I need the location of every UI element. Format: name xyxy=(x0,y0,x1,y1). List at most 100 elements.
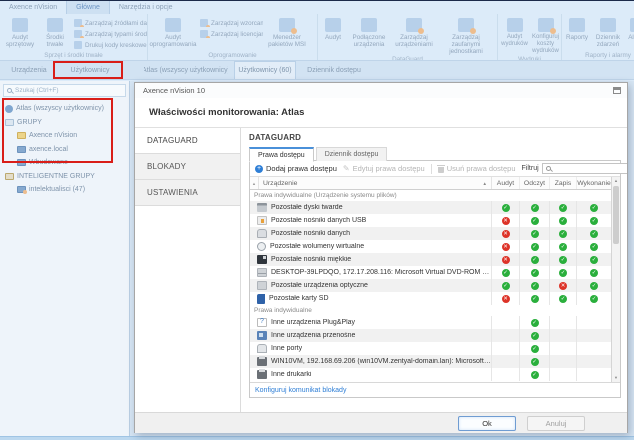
table-row[interactable]: Inne urządzenia przenośne ✓ xyxy=(250,329,611,342)
doc-tab-dziennik-dostepu[interactable]: Dziennik dostępu xyxy=(302,61,366,79)
cancel-button[interactable]: Anuluj xyxy=(527,416,585,431)
table-row[interactable]: Inne porty✓ xyxy=(250,342,611,355)
manage-licenses-button[interactable]: Zarządzaj licencjami xyxy=(200,30,263,38)
deny-icon: ✕ xyxy=(502,295,510,303)
ribbon-group-label: DataGuard xyxy=(318,55,497,60)
search-input[interactable]: Szukaj (Ctrl+F) xyxy=(3,84,126,97)
allow-icon: ✓ xyxy=(559,295,567,303)
status-cell-audyt xyxy=(492,316,520,329)
manage-patterns-button[interactable]: Zarządzaj wzorcami xyxy=(200,19,263,27)
menu-item-dataguard[interactable]: DATAGUARD xyxy=(135,128,240,154)
manage-data-sources-button[interactable]: Zarządzaj źródłami danych xyxy=(74,19,147,27)
table-row[interactable]: Pozostałe nośniki danych✕✓✓✓ xyxy=(250,227,611,240)
ok-button[interactable]: Ok xyxy=(458,416,516,431)
msi-package-manager-button[interactable]: Menedżer pakietów MSI xyxy=(263,16,311,48)
scroll-down-icon[interactable]: ▼ xyxy=(612,374,620,382)
column-header-zapis[interactable]: Zapis xyxy=(550,177,577,189)
tab-dziennik-dostepu[interactable]: Dziennik dostępu xyxy=(316,147,388,161)
doc-tab-uzytkownicy-60[interactable]: Użytkownicy (60) xyxy=(234,61,296,79)
table-row[interactable]: Pozostałe urządzenia optyczne✓✓✕✓ xyxy=(250,279,611,292)
ribbon-tab-glowne[interactable]: Główne xyxy=(66,1,110,14)
status-cell-audyt xyxy=(492,329,520,342)
maximize-icon[interactable] xyxy=(613,87,621,94)
device-cell: Inne urządzenia przenośne xyxy=(250,329,492,342)
tree-item-atlas[interactable]: Atlas (wszyscy użytkownicy) xyxy=(0,102,129,116)
tree-item-axence-local[interactable]: axence.local xyxy=(0,143,129,157)
portable-device-icon xyxy=(257,331,267,340)
device-name: Pozostałe urządzenia optyczne xyxy=(271,282,368,289)
manage-devices-button[interactable]: Zarządzaj urządzeniami xyxy=(391,16,437,48)
button-label: Zarządzaj typami środków xyxy=(85,31,147,38)
application-window: Axence nVision Główne Narzędzia i opcje … xyxy=(0,0,634,440)
column-header-audyt[interactable]: Audyt xyxy=(492,177,520,189)
table-row[interactable]: Pozostałe nośniki danych USB✕✓✓✓ xyxy=(250,214,611,227)
tab-urzadzenia[interactable]: Urządzenia xyxy=(6,61,52,79)
table-row[interactable]: Pozostałe dyski twarde✓✓✓✓ xyxy=(250,201,611,214)
dataguard-audit-button[interactable]: Audyt xyxy=(319,16,347,41)
add-rights-button[interactable]: + Dodaj prawa dostępu xyxy=(255,164,337,173)
group-icon xyxy=(17,146,26,153)
clipboard-icon xyxy=(569,18,585,32)
manage-asset-types-button[interactable]: Zarządzaj typami środków xyxy=(74,30,147,38)
column-header-odczyt[interactable]: Odczyt xyxy=(520,177,550,189)
status-cell-odczyt: ✓ xyxy=(520,240,550,253)
deny-icon: ✕ xyxy=(502,256,510,264)
menu-item-blokady[interactable]: BLOKADY xyxy=(135,154,240,180)
allow-icon: ✓ xyxy=(590,295,598,303)
scrollbar-thumb[interactable] xyxy=(613,186,619,244)
table-row[interactable]: Pozostałe nośniki miękkie✕✓✓✓ xyxy=(250,253,611,266)
configure-print-costs-button[interactable]: Konfiguruj koszty wydruków xyxy=(530,16,561,55)
ribbon-tab-narzedzia-i-opcje[interactable]: Narzędzia i opcje xyxy=(110,1,182,14)
configure-block-message-link[interactable]: Konfiguruj komunikat blokady xyxy=(255,387,346,394)
device-name: Pozostałe karty SD xyxy=(269,295,329,302)
dialog-titlebar[interactable]: Axence nVision 10 xyxy=(135,83,627,98)
status-cell-wykonanie: ✓ xyxy=(577,279,611,292)
device-cell: Inne drukarki xyxy=(250,368,492,381)
print-barcodes-button[interactable]: Drukuj kody kreskowe xyxy=(74,41,147,49)
software-audit-button[interactable]: Audyt oprogramowania xyxy=(149,16,197,48)
column-header-wykonanie[interactable]: Wykonanie xyxy=(577,177,611,189)
tree-item-axence-nvision[interactable]: Axence nVision xyxy=(0,129,129,143)
status-cell-zapis: ✓ xyxy=(550,253,577,266)
remove-rights-button[interactable]: Usuń prawa dostępu xyxy=(438,164,516,173)
tree-item-wbudowane[interactable]: Wbudowane xyxy=(0,156,129,170)
manage-trusted-units-button[interactable]: Zarządzaj zaufanymi jednostkami xyxy=(437,16,495,55)
table-row[interactable]: Pozostałe wolumeny wirtualne✕✓✓✓ xyxy=(250,240,611,253)
status-cell-audyt: ✕ xyxy=(492,240,520,253)
menu-item-ustawienia[interactable]: USTAWIENIA xyxy=(135,180,240,206)
doc-tab-atlas[interactable]: Atlas (wszyscy użytkownicy) xyxy=(144,61,228,79)
tree-item-grupy[interactable]: GRUPY xyxy=(0,116,129,130)
tree-item-inteligentne-grupy[interactable]: INTELIGENTNE GRUPY xyxy=(0,170,129,184)
edit-rights-button[interactable]: ✎ Edytuj prawa dostępu xyxy=(343,164,425,173)
device-cell: Pozostałe wolumeny wirtualne xyxy=(250,240,492,253)
fixed-assets-button[interactable]: Środki trwałe xyxy=(39,16,71,48)
event-log-button[interactable]: Dziennik zdarzeń xyxy=(591,16,625,48)
table-row[interactable]: Pozostałe karty SD✕✓✓✓ xyxy=(250,292,611,305)
status-cell-odczyt: ✓ xyxy=(520,355,550,368)
table-row[interactable]: Inne urządzenia Plug&Play✓ xyxy=(250,316,611,329)
allow-icon: ✓ xyxy=(531,282,539,290)
tab-uzytkownicy[interactable]: Użytkownicy xyxy=(58,61,122,79)
connected-devices-button[interactable]: Podłączone urządzenia xyxy=(347,16,391,48)
status-cell-wykonanie: ✓ xyxy=(577,201,611,214)
button-label: Raporty xyxy=(566,34,588,41)
print-audit-button[interactable]: Audyt wydruków xyxy=(499,16,530,48)
hardware-audit-button[interactable]: Audyt sprzętowy xyxy=(1,16,39,48)
tab-prawa-dostepu[interactable]: Prawa dostępu xyxy=(249,147,314,162)
tree-item-intelektualisci[interactable]: intelektualisci (47) xyxy=(0,183,129,197)
table-row[interactable]: DESKTOP-39LPDQO, 172.17.208.116: Microso… xyxy=(250,266,611,279)
manage-devices-icon xyxy=(406,18,422,32)
table-row[interactable]: WIN10VM, 192.168.69.206 (win10VM.zentyal… xyxy=(250,355,611,368)
panel-footer: Konfiguruj komunikat blokady xyxy=(250,382,620,397)
reports-button[interactable]: Raporty xyxy=(563,16,591,41)
status-cell-audyt xyxy=(492,342,520,355)
column-header-urzadzenie[interactable]: Urządzenie ▲ xyxy=(259,177,492,189)
vertical-scrollbar[interactable]: ▲ ▼ xyxy=(611,177,620,382)
scroll-up-icon[interactable]: ▲ xyxy=(612,177,620,185)
device-name: DESKTOP-39LPDQO, 172.17.208.116: Microso… xyxy=(271,269,491,276)
table-row[interactable]: Inne drukarki✓ xyxy=(250,368,611,381)
filter-input[interactable] xyxy=(542,163,627,174)
alarms-button[interactable]: Alarmy xyxy=(625,16,634,41)
allow-icon: ✓ xyxy=(531,332,539,340)
app-menu-button[interactable]: Axence nVision xyxy=(0,1,66,14)
